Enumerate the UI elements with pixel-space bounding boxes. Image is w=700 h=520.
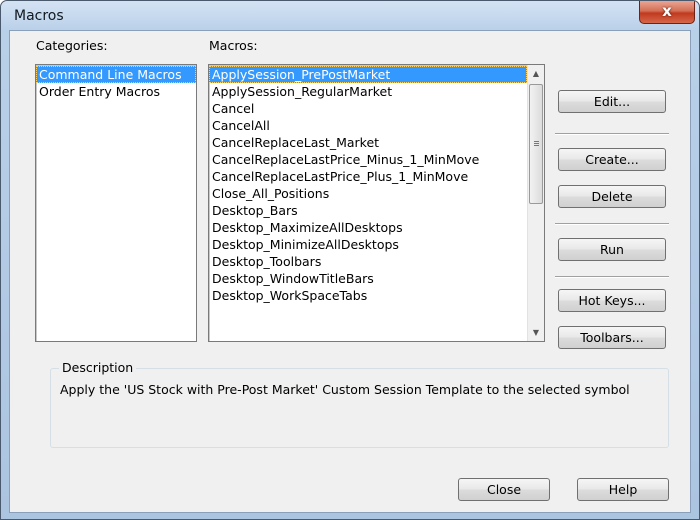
- macro-list-item[interactable]: CancelReplaceLastPrice_Plus_1_MinMove: [209, 168, 527, 185]
- macro-list-item[interactable]: Desktop_Toolbars: [209, 253, 527, 270]
- create-button[interactable]: Create...: [558, 148, 666, 171]
- macro-list-item[interactable]: Cancel: [209, 100, 527, 117]
- scroll-thumb[interactable]: [529, 84, 543, 204]
- separator: [555, 223, 669, 225]
- macros-items: ApplySession_PrePostMarket ApplySession_R…: [209, 65, 544, 304]
- macro-list-item[interactable]: CancelReplaceLastPrice_Minus_1_MinMove: [209, 151, 527, 168]
- macro-list-item[interactable]: Desktop_MaximizeAllDesktops: [209, 219, 527, 236]
- macro-list-item[interactable]: Close_All_Positions: [209, 185, 527, 202]
- categories-items: Command Line Macros Order Entry Macros: [36, 65, 196, 100]
- macro-list-item[interactable]: ApplySession_RegularMarket: [209, 83, 527, 100]
- macro-list-item[interactable]: CancelReplaceLast_Market: [209, 134, 527, 151]
- window-close-button[interactable]: x: [639, 1, 695, 24]
- macro-list-item[interactable]: CancelAll: [209, 117, 527, 134]
- window-title: Macros: [14, 8, 64, 24]
- macros-label: Macros:: [209, 38, 258, 53]
- macro-list-item[interactable]: Desktop_MinimizeAllDesktops: [209, 236, 527, 253]
- scroll-down-arrow-icon[interactable]: ▼: [528, 324, 544, 341]
- hot-keys-button[interactable]: Hot Keys...: [558, 289, 666, 312]
- description-text: Apply the 'US Stock with Pre-Post Market…: [60, 382, 630, 397]
- macro-list-item[interactable]: Desktop_WorkSpaceTabs: [209, 287, 527, 304]
- categories-list[interactable]: Command Line Macros Order Entry Macros: [35, 64, 197, 342]
- dialog-body: Categories: Macros: Command Line Macros O…: [9, 30, 691, 513]
- help-button[interactable]: Help: [577, 478, 669, 501]
- category-list-item[interactable]: Command Line Macros: [36, 66, 196, 83]
- run-button[interactable]: Run: [558, 238, 666, 261]
- macro-list-item[interactable]: Desktop_WindowTitleBars: [209, 270, 527, 287]
- macros-window: Macros x Categories: Macros: Command Lin…: [0, 0, 700, 520]
- description-group: Description Apply the 'US Stock with Pre…: [50, 360, 669, 448]
- separator: [555, 276, 669, 278]
- scroll-up-arrow-icon[interactable]: ▲: [528, 65, 544, 82]
- description-label: Description: [59, 360, 137, 375]
- edit-button[interactable]: Edit...: [558, 90, 666, 113]
- macros-list[interactable]: ApplySession_PrePostMarket ApplySession_R…: [208, 64, 545, 342]
- macros-scrollbar[interactable]: ▲ ▼: [527, 65, 544, 341]
- macro-list-item[interactable]: Desktop_Bars: [209, 202, 527, 219]
- category-list-item[interactable]: Order Entry Macros: [36, 83, 196, 100]
- toolbars-button[interactable]: Toolbars...: [558, 326, 666, 349]
- macro-list-item[interactable]: ApplySession_PrePostMarket: [209, 66, 527, 83]
- separator: [555, 133, 669, 135]
- delete-button[interactable]: Delete: [558, 185, 666, 208]
- categories-label: Categories:: [36, 38, 108, 53]
- close-icon: x: [662, 2, 672, 20]
- close-button[interactable]: Close: [458, 478, 550, 501]
